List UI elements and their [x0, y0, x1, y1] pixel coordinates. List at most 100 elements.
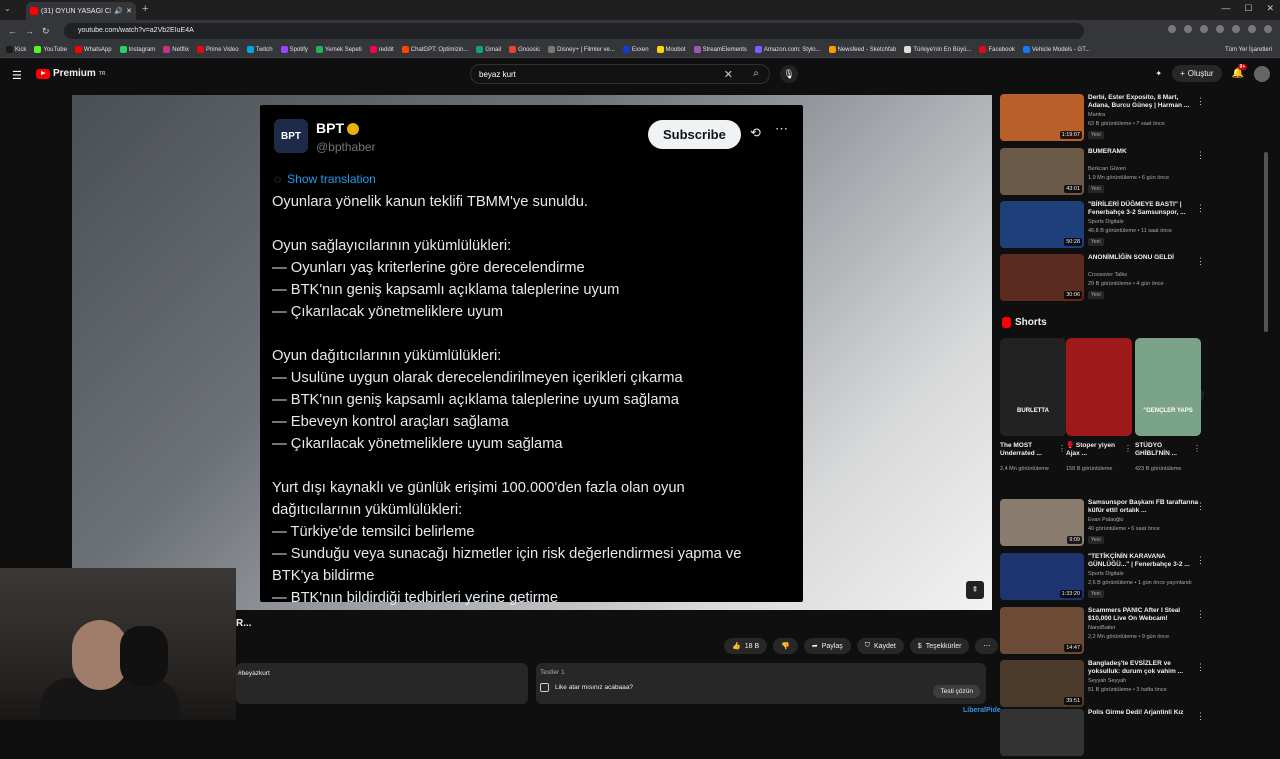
short-title[interactable]: The MOST Underrated ...	[1000, 442, 1060, 458]
recommended-video[interactable]: 9:09 Samsunspor Başkanı FB taraftarına kü…	[1000, 497, 1270, 549]
save-button[interactable]: ⛉ Kaydet	[856, 638, 904, 654]
bookmark-item[interactable]: Amazon.com: Stylo...	[754, 46, 821, 53]
more-options-icon[interactable]: ⋮	[1196, 203, 1205, 214]
microphone-icon[interactable]: 🎙	[780, 65, 798, 83]
hamburger-menu-icon[interactable]: ☰	[12, 69, 22, 82]
bookmark-item[interactable]: reddit	[369, 46, 394, 53]
recommended-video[interactable]: 30:06 ANONİMLİĞİN SONU GELDİ Crossover Tal…	[1000, 252, 1270, 304]
video-title[interactable]: Bangladeş'te EVSİZLER ve yoksulluk: duru…	[1088, 660, 1200, 676]
channel-name[interactable]: Sports Digitale	[1088, 219, 1124, 225]
recommended-video[interactable]: Polis Girme Dedi! Arjantinli Kız ⋮	[1000, 707, 1270, 759]
video-thumbnail[interactable]	[1000, 709, 1084, 756]
video-title[interactable]: Samsunspor Başkanı FB taraftarına küfür …	[1088, 499, 1200, 515]
video-title[interactable]: "TETİKÇİNİN KARAVANA GÜNLÜĞÜ..." | Fener…	[1088, 553, 1200, 569]
more-options-icon[interactable]: ⋮	[1196, 501, 1205, 512]
video-title[interactable]: Polis Girme Dedi! Arjantinli Kız	[1088, 709, 1200, 717]
minimize-icon[interactable]: —	[1221, 3, 1230, 14]
all-bookmarks[interactable]: Tüm Yer İşaretleri	[1225, 47, 1280, 53]
more-options-icon[interactable]: ⋮	[1196, 609, 1205, 620]
channel-watermark-icon[interactable]: ⇞	[966, 581, 984, 599]
create-button[interactable]: + Oluştur	[1172, 65, 1222, 82]
profile-icon[interactable]	[1248, 25, 1256, 33]
more-options-icon[interactable]: ⋮	[1196, 555, 1205, 566]
bookmark-item[interactable]: Vehicle Models - GT...	[1022, 46, 1090, 53]
bookmark-item[interactable]: Moobot	[656, 46, 686, 53]
clear-search-icon[interactable]: ✕	[724, 68, 733, 81]
channel-name[interactable]: Crossover Talks	[1088, 272, 1127, 278]
browser-tab[interactable]: (31) OYUN YASAĞI CİDDEN... 🔊 ✕	[26, 2, 136, 20]
video-title[interactable]: ANONİMLİĞİN SONU GELDİ	[1088, 254, 1200, 262]
video-thumbnail[interactable]: 30:06	[1000, 254, 1084, 301]
video-thumbnail[interactable]: 1:19:07	[1000, 94, 1084, 141]
bookmark-item[interactable]: Gnoosic	[509, 46, 540, 53]
video-title[interactable]: Derbi, Ester Exposito, 8 Mart, Adana, Bu…	[1088, 94, 1200, 110]
short-thumbnail[interactable]: "GENÇLER YAPS	[1135, 338, 1201, 436]
youtube-logo[interactable]: Premium TR	[36, 68, 105, 79]
channel-name[interactable]: NanoBaiter	[1088, 625, 1116, 631]
tab-search-icon[interactable]: ⌄	[4, 4, 11, 13]
menu-icon[interactable]	[1264, 25, 1272, 33]
share-button[interactable]: ➦ Paylaş	[803, 638, 851, 654]
bookmark-item[interactable]: Gmail	[476, 46, 501, 53]
new-tab-icon[interactable]: +	[142, 3, 148, 15]
short-title[interactable]: STÜDYO GHİBLİ'NİN ...	[1135, 442, 1195, 458]
more-options-icon[interactable]: ⋮	[1196, 711, 1205, 722]
extension-icon[interactable]	[1200, 25, 1208, 33]
channel-name[interactable]: Evan Palaoğlu	[1088, 517, 1123, 523]
dislike-button[interactable]: 👎	[773, 638, 798, 654]
channel-name[interactable]: Sports Digitale	[1088, 571, 1124, 577]
video-thumbnail[interactable]: 14:47	[1000, 607, 1084, 654]
more-options-icon[interactable]: ⋮	[1196, 150, 1205, 161]
recommended-video[interactable]: 1:33:20 "TETİKÇİNİN KARAVANA GÜNLÜĞÜ..." …	[1000, 551, 1270, 603]
short-more-icon[interactable]: ⋮	[1193, 444, 1201, 453]
short-title[interactable]: 🥊 Stoper yiyen Ajax ...	[1066, 442, 1126, 458]
extension-icon[interactable]	[1232, 25, 1240, 33]
extension-icon[interactable]	[1184, 25, 1192, 33]
short-thumbnail[interactable]	[1066, 338, 1132, 436]
bookmark-item[interactable]: Exxen	[622, 46, 649, 53]
recommended-video[interactable]: 14:47 Scammers PANIC After I Steal $10,00…	[1000, 605, 1270, 657]
hashtag[interactable]: #beyazkurt	[238, 670, 270, 677]
maximize-icon[interactable]: ☐	[1244, 3, 1252, 14]
recommended-video[interactable]: 39:51 Bangladeş'te EVSİZLER ve yoksulluk:…	[1000, 658, 1270, 710]
channel-name[interactable]: Berkcan Güven	[1088, 166, 1126, 172]
extension-icon[interactable]	[1216, 25, 1224, 33]
bookmark-item[interactable]: Türkiye'nin En Büyü...	[904, 46, 971, 53]
avatar[interactable]	[1254, 65, 1270, 82]
search-icon[interactable]: ⌕	[753, 68, 759, 79]
recommended-video[interactable]: 43:01 BUMERAMK Berkcan Güven 1,9 Mn görüntü…	[1000, 146, 1270, 198]
video-title[interactable]: Scammers PANIC After I Steal $10,000 Liv…	[1088, 607, 1200, 623]
channel-name[interactable]: Mantra	[1088, 112, 1105, 118]
bookmark-item[interactable]: YouTube	[34, 46, 67, 53]
short-thumbnail[interactable]: BURLETTA	[1000, 338, 1066, 436]
bookmark-item[interactable]: Newsfeed - Sketchfab	[828, 46, 896, 53]
bookmark-item[interactable]: Facebook	[979, 46, 1015, 53]
bookmark-item[interactable]: WhatsApp	[74, 46, 112, 53]
recommended-video[interactable]: 1:19:07 Derbi, Ester Exposito, 8 Mart, Ad…	[1000, 92, 1270, 144]
video-title[interactable]: "BİRİLERİ DÜĞMEYE BASTI" | Fenerbahçe 3-…	[1088, 201, 1200, 217]
bookmark-item[interactable]: Yemek Sepeti	[315, 46, 362, 53]
bookmark-item[interactable]: Disney+ | Filmler ve...	[548, 46, 615, 53]
video-thumbnail[interactable]: 1:33:20	[1000, 553, 1084, 600]
video-title[interactable]: BUMERAMK	[1088, 148, 1200, 156]
more-actions-button[interactable]: ⋯	[975, 638, 999, 654]
bookmark-item[interactable]: Netflix	[163, 46, 189, 53]
description-box[interactable]: #beyazkurt	[236, 663, 528, 704]
take-quiz-button[interactable]: Testi çözün	[933, 685, 980, 698]
window-close-icon[interactable]: ✕	[1266, 3, 1274, 14]
url-field[interactable]: youtube.com/watch?v=a2Vb2EIuE4A	[64, 23, 1084, 39]
video-thumbnail[interactable]: 50:28	[1000, 201, 1084, 248]
video-thumbnail[interactable]: 9:09	[1000, 499, 1084, 546]
thanks-button[interactable]: $ Teşekkürler	[909, 638, 970, 654]
tab-audio-icon[interactable]: 🔊	[114, 7, 123, 15]
bookmark-item[interactable]: StreamElements	[693, 46, 747, 53]
reload-icon[interactable]: ↻	[42, 26, 50, 37]
video-thumbnail[interactable]: 43:01	[1000, 148, 1084, 195]
bookmark-item[interactable]: Prime Video	[196, 46, 239, 53]
tab-close-icon[interactable]: ✕	[126, 7, 132, 15]
bookmark-item[interactable]: ChatGPT: Optimizin...	[401, 46, 468, 53]
video-player[interactable]: BPT BPT @bpthaber Subscribe ⟲ ⋯ ◌ Show tr…	[72, 95, 992, 610]
video-thumbnail[interactable]: 39:51	[1000, 660, 1084, 707]
like-button[interactable]: 👍 18 B	[724, 638, 768, 654]
more-options-icon[interactable]: ⋮	[1196, 96, 1205, 107]
